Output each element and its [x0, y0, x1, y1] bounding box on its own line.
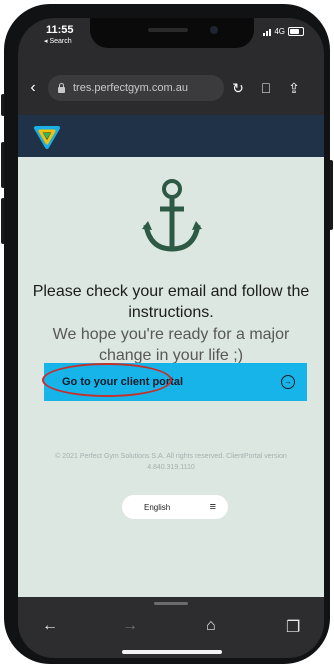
- notch: [90, 18, 254, 48]
- menu-icon: ≡: [209, 501, 216, 513]
- home-icon[interactable]: ⌂: [206, 617, 216, 635]
- client-portal-label: Go to your client portal: [62, 376, 184, 388]
- share-icon[interactable]: ⇪: [280, 80, 308, 97]
- site-header: [18, 115, 324, 157]
- status-indicators: 4G: [263, 27, 304, 36]
- browser-address-bar: ‹ tres.perfectgym.com.au ↻ ⎕ ⇪: [18, 70, 324, 106]
- arrow-circle-icon: →: [281, 375, 295, 389]
- perfectgym-logo[interactable]: [32, 121, 62, 151]
- client-portal-button[interactable]: Go to your client portal →: [44, 363, 307, 401]
- browser-back-icon[interactable]: ‹: [18, 79, 48, 97]
- copyright-footer: © 2021 Perfect Gym Solutions S.A. All ri…: [55, 453, 287, 471]
- camera: [210, 26, 218, 34]
- phone-frame: 11:55 ◂ Search 4G ‹ tres.perfectgym.com.…: [4, 4, 330, 664]
- forward-arrow-icon[interactable]: →: [122, 617, 138, 635]
- language-selector[interactable]: English ≡: [122, 495, 228, 519]
- home-indicator[interactable]: [122, 650, 222, 654]
- status-time: 11:55: [46, 24, 74, 36]
- page-content: Please check your email and follow the i…: [18, 157, 324, 607]
- confirmation-message: Please check your email and follow the i…: [32, 283, 310, 321]
- url-text: tres.perfectgym.com.au: [73, 82, 188, 94]
- language-label: English: [144, 502, 171, 512]
- signal-icon: [263, 28, 272, 36]
- battery-icon: [288, 27, 304, 36]
- anchor-icon: [142, 179, 202, 252]
- lock-icon: [58, 82, 65, 93]
- toolbar-handle[interactable]: [154, 602, 188, 605]
- phone-screen: 11:55 ◂ Search 4G ‹ tres.perfectgym.com.…: [18, 18, 324, 658]
- reload-icon[interactable]: ↻: [224, 80, 252, 97]
- tabs-icon[interactable]: ❐: [286, 617, 300, 637]
- network-label: 4G: [274, 27, 285, 36]
- bookmark-icon[interactable]: ⎕: [252, 80, 280, 97]
- back-arrow-icon[interactable]: ←: [42, 617, 58, 635]
- browser-toolbar: ← → ⌂ ❐: [18, 597, 324, 658]
- speaker: [148, 28, 188, 32]
- motivation-message: We hope you're ready for a major change …: [52, 326, 290, 364]
- status-back-link[interactable]: ◂ Search: [44, 37, 72, 45]
- url-field[interactable]: tres.perfectgym.com.au: [48, 75, 224, 101]
